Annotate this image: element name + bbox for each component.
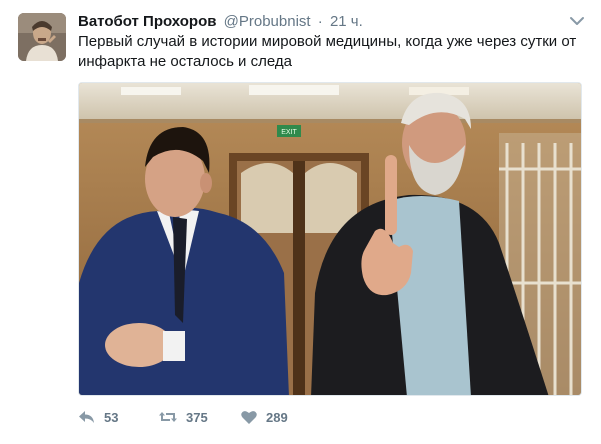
reply-button[interactable]: 53 [78,404,118,430]
separator-dot: · [317,13,323,30]
tweet: Ватобот Прохоров @Probubnist · 21 ч. Пер… [0,0,601,444]
author-name[interactable]: Ватобот Прохоров [78,13,216,30]
tweet-text: Первый случай в истории мировой медицины… [78,33,577,70]
avatar-image [18,13,66,61]
like-count: 289 [266,409,288,425]
retweet-button[interactable]: 375 [158,404,208,430]
like-button[interactable]: 289 [240,404,288,430]
more-options-button[interactable] [569,14,585,28]
reply-count: 53 [104,409,119,425]
avatar[interactable] [18,13,66,61]
retweet-icon [159,412,177,422]
tweet-media[interactable]: EXIT [78,82,582,396]
tweet-timestamp[interactable]: 21 ч. [330,13,363,30]
author-handle[interactable]: @Probubnist [224,13,311,30]
exit-sign: EXIT [281,129,297,136]
heart-icon [241,411,257,424]
reply-icon [79,411,94,423]
retweet-count: 375 [186,409,208,425]
tweet-header: Ватобот Прохоров @Probubnist · 21 ч. [78,12,363,32]
chevron-down-icon [570,17,584,25]
tweet-photo: EXIT [79,83,581,395]
